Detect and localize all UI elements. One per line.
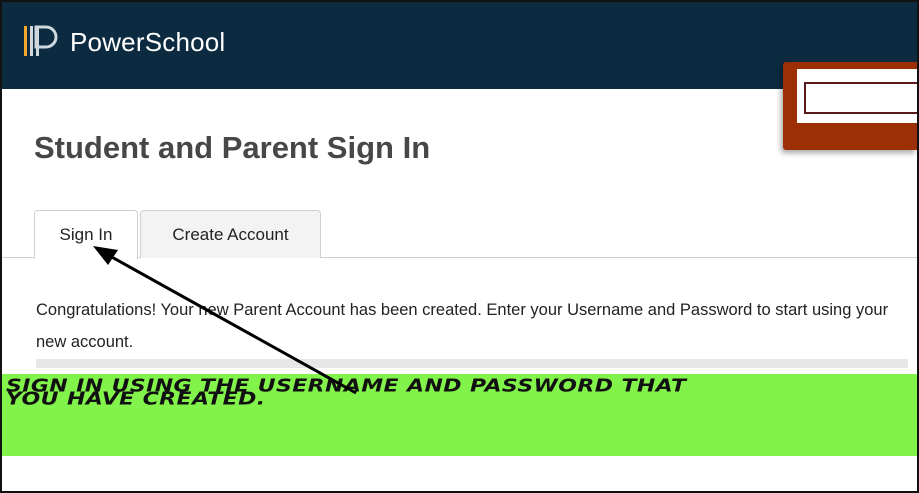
cropped-input-field[interactable]: [804, 82, 917, 114]
page-title: Student and Parent Sign In: [34, 130, 431, 165]
brand-name[interactable]: PowerSchool: [70, 27, 225, 58]
screenshot-frame: PowerSchool Student and Parent Sign In S…: [0, 0, 919, 493]
tab-sign-in[interactable]: Sign In: [34, 210, 138, 259]
instruction-callout-text: Sign in using the username and password …: [6, 375, 687, 410]
message-divider: [36, 359, 908, 368]
account-created-message: Congratulations! Your new Parent Account…: [36, 301, 889, 351]
top-navigation-bar: PowerSchool: [2, 2, 917, 89]
tab-create-account[interactable]: Create Account: [140, 210, 321, 258]
powerschool-logo-icon: [24, 25, 58, 56]
